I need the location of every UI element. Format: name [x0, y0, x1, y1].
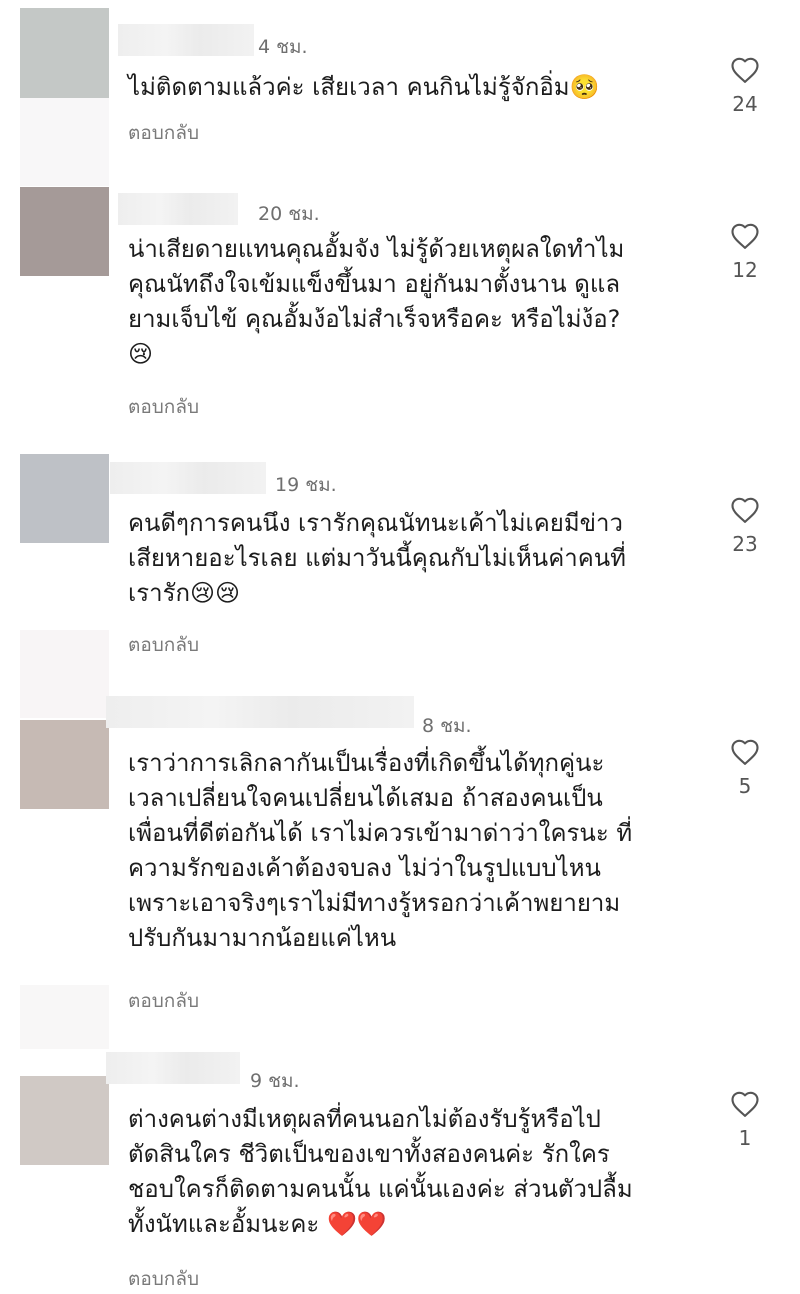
avatar-placeholder — [20, 98, 109, 186]
comment-time: 9 ชม. — [250, 1070, 300, 1092]
username-blurred[interactable] — [110, 462, 266, 494]
comment-time: 19 ชม. — [275, 474, 337, 496]
heart-icon — [731, 57, 759, 83]
username-blurred[interactable] — [118, 24, 254, 56]
username-blurred[interactable] — [106, 696, 414, 728]
avatar-placeholder — [20, 985, 109, 1049]
reply-button[interactable]: ตอบกลับ — [128, 118, 199, 148]
like-count: 5 — [738, 774, 752, 798]
comment-time: 20 ชม. — [258, 203, 320, 225]
reply-button[interactable]: ตอบกลับ — [128, 392, 199, 422]
username-blurred[interactable] — [118, 193, 238, 225]
reply-button[interactable]: ตอบกลับ — [128, 986, 199, 1016]
like-button[interactable]: 24 — [720, 56, 770, 116]
heart-icon — [731, 739, 759, 765]
heart-icon — [731, 497, 759, 523]
comment-text: น่าเสียดายแทนคุณอั้มจัง ไม่รู้ด้วยเหตุผล… — [128, 235, 625, 368]
heart-icon — [731, 223, 759, 249]
avatar-placeholder — [20, 630, 109, 718]
like-button[interactable]: 23 — [720, 496, 770, 556]
heart-icon — [731, 1091, 759, 1117]
comment-text: เราว่าการเลิกลากันเป็นเรื่องที่เกิดขึ้นไ… — [128, 749, 633, 952]
avatar[interactable] — [20, 720, 109, 809]
like-count: 24 — [732, 92, 758, 116]
like-count: 12 — [732, 258, 758, 282]
avatar[interactable] — [20, 1076, 109, 1165]
avatar[interactable] — [20, 454, 109, 543]
username-blurred[interactable] — [106, 1052, 240, 1084]
comment-text: ต่างคนต่างมีเหตุผลที่คนนอกไม่ต้องรับรู้ห… — [128, 1105, 633, 1238]
avatar[interactable] — [20, 187, 109, 276]
like-button[interactable]: 1 — [720, 1090, 770, 1150]
comment-time: 4 ชม. — [258, 36, 308, 58]
comment-time: 8 ชม. — [422, 715, 472, 737]
reply-button[interactable]: ตอบกลับ — [128, 1264, 199, 1294]
comment-text: ไม่ติดตามแล้วค่ะ เสียเวลา คนกินไม่รู้จัก… — [128, 73, 600, 101]
reply-button[interactable]: ตอบกลับ — [128, 630, 199, 660]
like-count: 1 — [738, 1126, 752, 1150]
comment-text: คนดีๆการคนนึง เรารักคุณนัทนะเค้าไม่เคยมี… — [128, 509, 626, 607]
like-button[interactable]: 5 — [720, 738, 770, 798]
like-button[interactable]: 12 — [720, 222, 770, 282]
avatar[interactable] — [20, 8, 109, 98]
like-count: 23 — [732, 532, 758, 556]
